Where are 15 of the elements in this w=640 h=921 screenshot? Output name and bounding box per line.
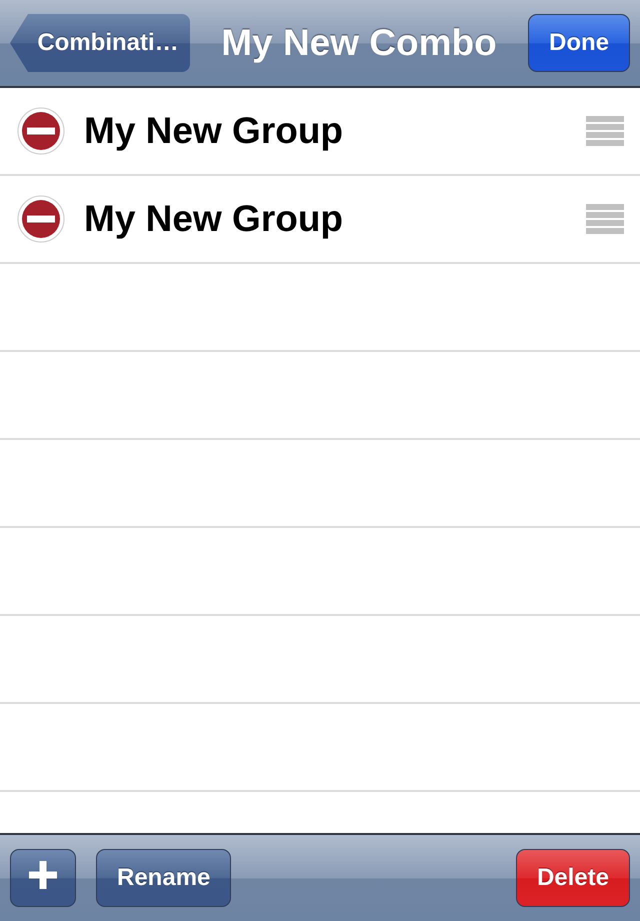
done-button[interactable]: Done xyxy=(528,14,630,72)
back-button[interactable]: Combinati… xyxy=(10,14,190,72)
group-name: My New Group xyxy=(84,198,344,240)
rename-button[interactable]: Rename xyxy=(96,849,232,907)
screen-title: My New Combo xyxy=(220,22,498,64)
plus-icon xyxy=(29,860,57,888)
group-name: My New Group xyxy=(84,110,344,152)
delete-icon[interactable] xyxy=(16,106,66,156)
reorder-handle-icon[interactable] xyxy=(586,115,624,147)
list-row[interactable]: My New Group xyxy=(0,88,640,176)
list-row[interactable]: My New Group xyxy=(0,176,640,264)
delete-icon[interactable] xyxy=(16,194,66,244)
reorder-handle-icon[interactable] xyxy=(586,203,624,235)
delete-button[interactable]: Delete xyxy=(516,849,630,907)
add-button[interactable] xyxy=(10,849,76,907)
